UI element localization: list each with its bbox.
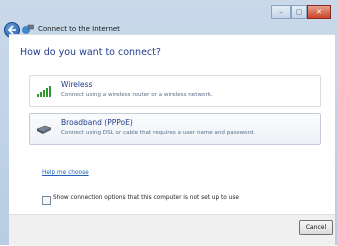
- cancel-button[interactable]: Cancel: [299, 220, 333, 235]
- close-button[interactable]: ✕: [307, 5, 331, 19]
- option-title: Wireless: [61, 80, 93, 89]
- page-heading: How do you want to connect?: [20, 47, 161, 58]
- option-title: Broadband (PPPoE): [61, 118, 133, 127]
- minimize-button[interactable]: –: [271, 5, 291, 19]
- help-me-choose-link[interactable]: Help me choose: [42, 170, 89, 176]
- footer-bar: Cancel: [9, 214, 335, 246]
- network-globe-icon: [22, 24, 34, 34]
- option-wireless[interactable]: Wireless Connect using a wireless router…: [29, 75, 321, 107]
- connect-internet-window: Connect to the Internet – ▢ ✕ How do you…: [0, 0, 337, 246]
- option-description: Connect using a wireless router or a wir…: [61, 92, 213, 98]
- show-options-checkbox[interactable]: [42, 196, 51, 205]
- option-description: Connect using DSL or cable that requires…: [61, 130, 256, 136]
- wireless-signal-icon: [37, 86, 51, 97]
- title-bar: Connect to the Internet – ▢ ✕: [0, 0, 337, 38]
- checkbox-label[interactable]: Show connection options that this comput…: [53, 195, 239, 201]
- window-title: Connect to the Internet: [38, 25, 120, 33]
- window-controls: – ▢ ✕: [271, 5, 331, 19]
- option-broadband[interactable]: Broadband (PPPoE) Connect using DSL or c…: [29, 113, 321, 145]
- maximize-button[interactable]: ▢: [291, 5, 307, 19]
- broadband-modem-icon: [36, 125, 52, 134]
- content-panel: How do you want to connect? Wireless Con…: [9, 34, 335, 215]
